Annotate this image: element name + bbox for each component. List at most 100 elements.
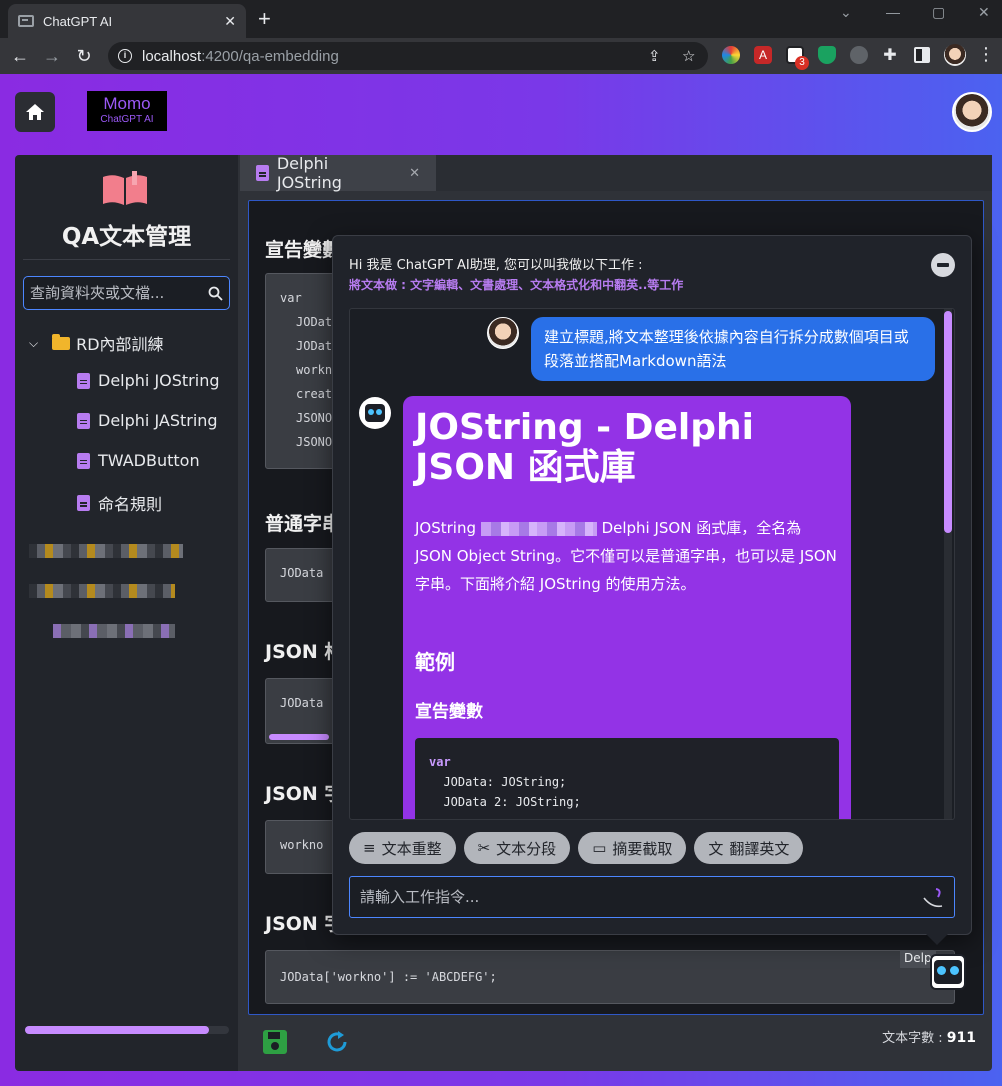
chat-toggle-button[interactable]: [930, 954, 966, 990]
document-icon: [77, 412, 90, 429]
action-label: 摘要截取: [612, 839, 673, 858]
doc-heading: 宣告變數: [265, 239, 342, 261]
logo-subtitle: ChatGPT AI: [100, 114, 154, 125]
reformat-text-button[interactable]: ≡ 文本重整: [349, 832, 456, 864]
editor-toolbar: [262, 1029, 350, 1055]
save-icon[interactable]: [262, 1029, 288, 1055]
incognito-extension-icon[interactable]: [850, 46, 868, 64]
chat-greeting: Hi 我是 ChatGPT AI助理, 您可以叫我做以下工作 :: [349, 258, 643, 273]
bot-message: JOString - Delphi JSON 函式庫 JOString Delp…: [403, 396, 851, 819]
chevron-down-icon[interactable]: ⌵: [29, 336, 38, 351]
robot-icon: [365, 404, 385, 422]
profile-avatar[interactable]: [944, 44, 966, 66]
reload-icon[interactable]: ↻: [68, 46, 100, 67]
document-icon: [77, 495, 90, 511]
close-icon[interactable]: ✕: [409, 166, 420, 181]
shield-extension-icon[interactable]: [818, 46, 836, 64]
color-picker-extension-icon[interactable]: [722, 46, 740, 64]
scroll-thumb[interactable]: [944, 311, 952, 533]
redacted-text: [480, 521, 597, 536]
tab-bar-fill: [436, 155, 992, 191]
refresh-icon[interactable]: [324, 1029, 350, 1055]
search-input[interactable]: [30, 284, 208, 302]
word-count-label: 文本字數 :: [882, 1031, 943, 1046]
app-logo[interactable]: Momo ChatGPT AI: [87, 91, 167, 131]
home-button[interactable]: [15, 92, 55, 132]
extension-badge: 3: [795, 56, 809, 70]
share-icon[interactable]: ⇪: [648, 47, 661, 65]
panel-pointer: [925, 933, 949, 945]
split-text-button[interactable]: ✂ 文本分段: [463, 832, 571, 864]
bot-avatar: [359, 397, 391, 429]
search-icon[interactable]: [208, 286, 223, 301]
window-close-icon[interactable]: ✕: [978, 4, 990, 21]
sidebar-title: QA文本管理: [61, 224, 192, 250]
user-avatar[interactable]: [952, 92, 992, 132]
code-line: JOData 2: JOString;: [429, 795, 581, 809]
tree-file-item[interactable]: 命名規則: [77, 491, 162, 515]
bot-para-start: JOString: [415, 519, 476, 537]
sidebar-search: [23, 276, 230, 310]
redacted-folder[interactable]: [29, 584, 175, 598]
tree-file-item[interactable]: Delphi JOString: [77, 371, 220, 390]
tree-file-item[interactable]: Delphi JAString: [77, 411, 218, 430]
redacted-item[interactable]: [53, 624, 175, 638]
sidebar-scrollbar[interactable]: [25, 1026, 229, 1034]
code-block: JOData['workno'] := 'ABCDEFG';: [265, 950, 955, 1004]
bot-paragraph: JOString Delphi JSON 函式庫，全名為 JSON Object…: [415, 514, 839, 598]
divider: [23, 259, 230, 260]
new-tab-button[interactable]: +: [258, 8, 271, 30]
tab-title: ChatGPT AI: [43, 13, 113, 29]
tree-file-item[interactable]: TWADButton: [77, 451, 200, 470]
home-icon: [26, 104, 44, 120]
bot-para-rest: Delphi JSON 函式庫，全名為 JSON Object String。它…: [415, 519, 837, 593]
folder-icon: [52, 333, 71, 350]
puzzle-extensions-icon[interactable]: ✚: [874, 45, 906, 65]
url-path: :4200/qa-embedding: [201, 47, 339, 65]
site-info-icon[interactable]: i: [118, 49, 132, 63]
side-panel-icon[interactable]: [914, 47, 930, 63]
browser-tab[interactable]: ChatGPT AI ✕: [8, 4, 246, 38]
document-tab-label: Delphi JOString: [276, 154, 342, 192]
chat-actions: ≡ 文本重整 ✂ 文本分段 ▭ 摘要截取 文翻譯英文: [349, 832, 804, 864]
folder-label: RD內部訓練: [76, 335, 164, 354]
sidebar: QA文本管理 ⌵ RD內部訓練 Delphi JOString Delphi J…: [15, 155, 238, 1071]
forward-arrow-icon[interactable]: →: [36, 46, 68, 67]
angular-extension-icon[interactable]: A: [754, 46, 772, 64]
document-icon: [77, 452, 90, 469]
summarize-button[interactable]: ▭ 摘要截取: [578, 832, 687, 864]
code-line: var: [429, 755, 451, 769]
chat-command-input[interactable]: [360, 888, 922, 906]
chat-scrollbar[interactable]: [944, 309, 952, 819]
chat-assistant-panel: Hi 我是 ChatGPT AI助理, 您可以叫我做以下工作 : 將文本做 : …: [332, 235, 972, 945]
address-bar[interactable]: i localhost:4200/qa-embedding ⇪ ☆: [108, 42, 708, 70]
scroll-thumb[interactable]: [25, 1026, 209, 1034]
translate-english-button[interactable]: 文翻譯英文: [694, 832, 804, 864]
action-label: 文本重整: [381, 839, 442, 858]
chat-messages[interactable]: 建立標題,將文本整理後依據內容自行拆分成數個項目或段落並搭配Markdown語法…: [349, 308, 955, 820]
back-arrow-icon[interactable]: ←: [4, 46, 36, 67]
send-icon[interactable]: [922, 886, 944, 908]
browser-tabstrip: ChatGPT AI ✕ + ⌄ — ▢ ✕: [0, 0, 1002, 38]
code-scrollbar[interactable]: [269, 734, 329, 740]
minimize-icon[interactable]: —: [886, 4, 900, 20]
bookmark-star-icon[interactable]: ☆: [682, 47, 695, 65]
tab-favicon-icon: [18, 15, 34, 27]
word-count-value: 911: [946, 1030, 976, 1046]
minus-icon: [937, 263, 949, 267]
minimize-chat-button[interactable]: [931, 253, 955, 277]
redacted-folder[interactable]: [29, 544, 183, 558]
chevron-down-icon[interactable]: ⌄: [840, 4, 852, 21]
word-count: 文本字數 : 911: [882, 1027, 976, 1046]
document-icon: [256, 165, 269, 181]
document-tab[interactable]: Delphi JOString ✕: [240, 154, 436, 192]
action-label: 文本分段: [496, 839, 557, 858]
menu-kebab-icon[interactable]: ⋮: [970, 44, 1002, 65]
bot-code-block: var JOData: JOString; JOData 2: JOString…: [415, 738, 839, 819]
file-label: Delphi JOString: [98, 371, 220, 390]
close-icon[interactable]: ✕: [224, 13, 236, 30]
file-label: Delphi JAString: [98, 411, 218, 430]
maximize-icon[interactable]: ▢: [932, 4, 945, 21]
browser-toolbar: ← → ↻ i localhost:4200/qa-embedding ⇪ ☆ …: [0, 38, 1002, 74]
tree-folder-rd[interactable]: ⌵ RD內部訓練: [29, 331, 164, 355]
